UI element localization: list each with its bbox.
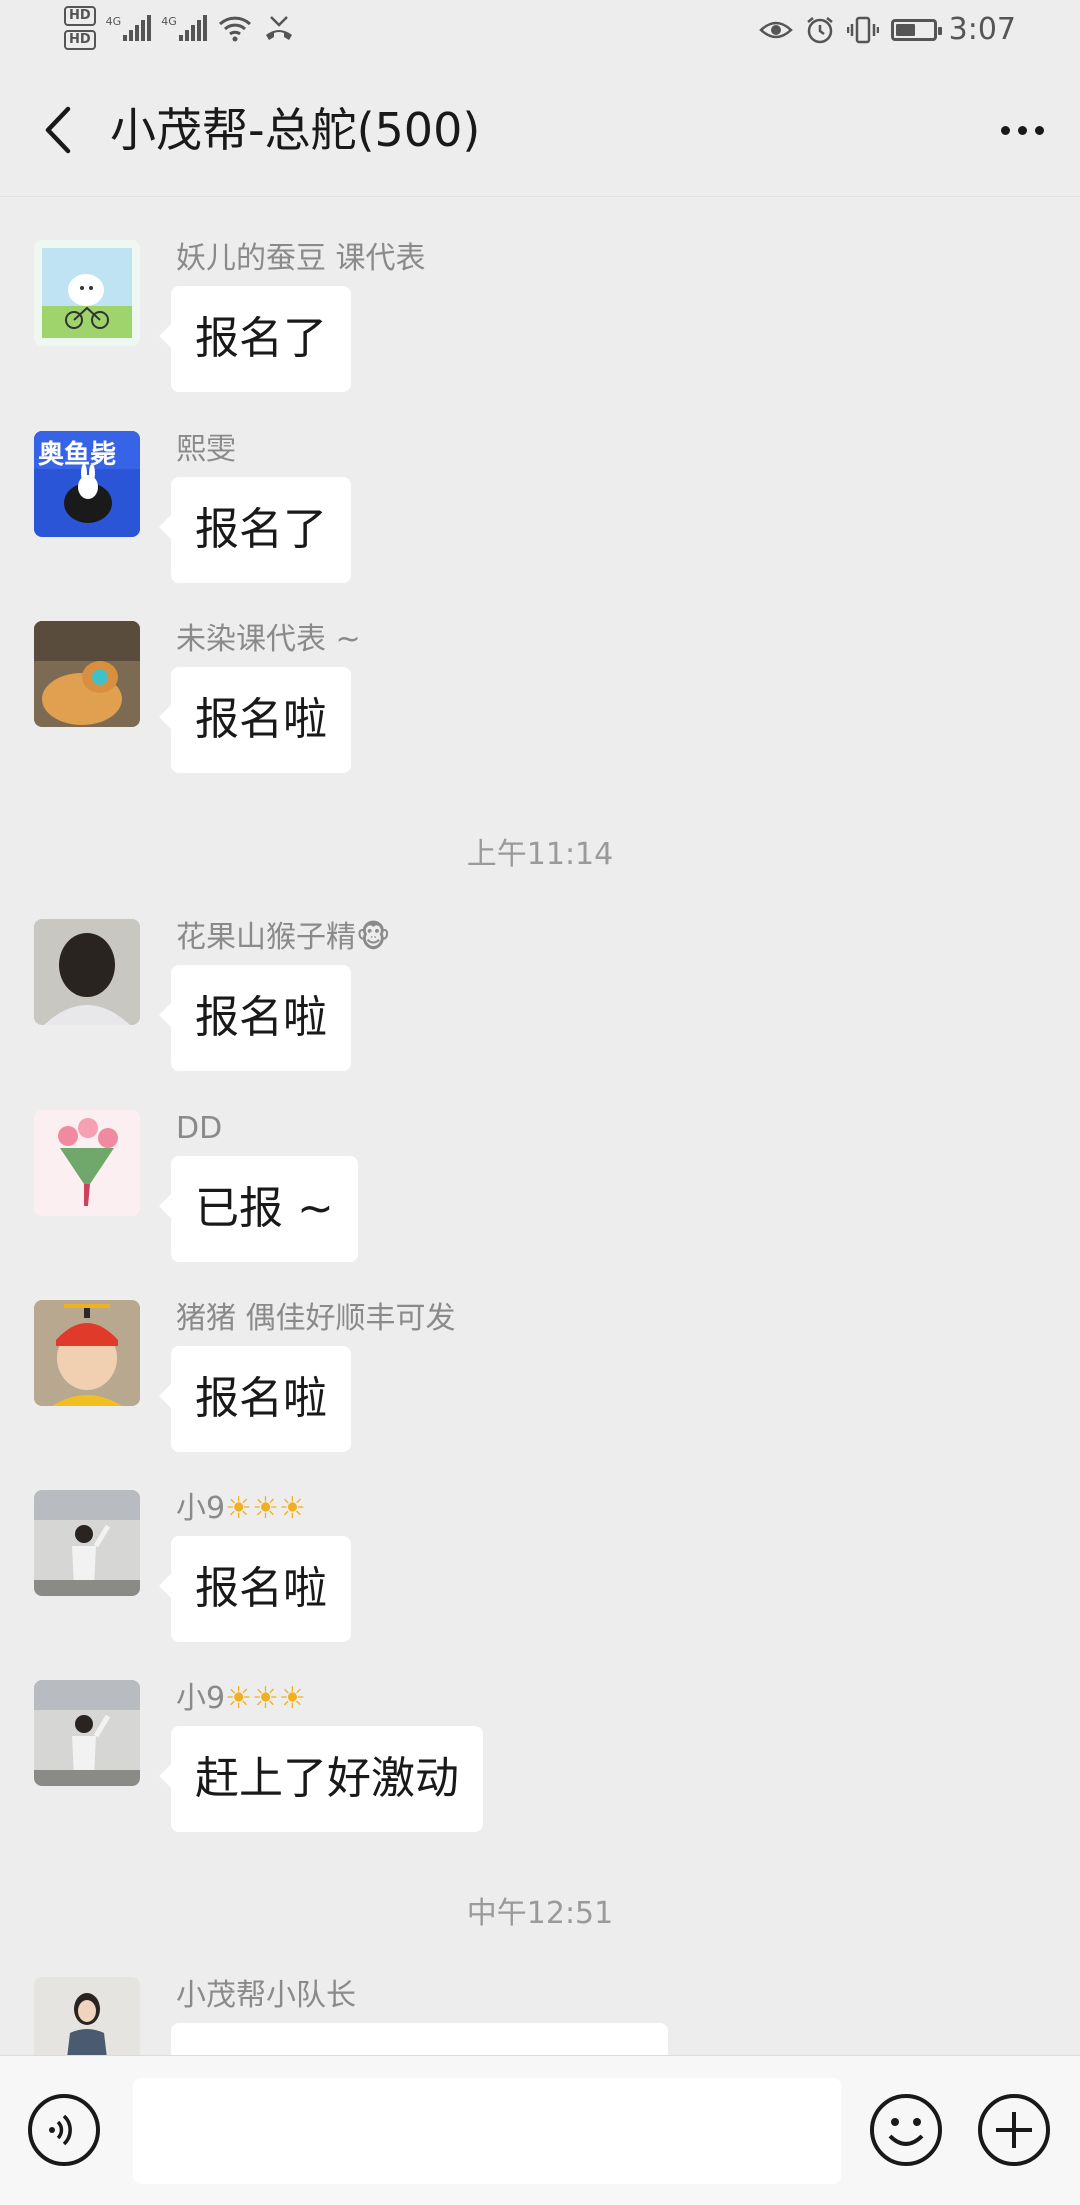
hd-indicators: HD HD: [64, 6, 96, 50]
sender-name: 猪猪 偶佳好顺丰可发: [176, 1301, 456, 1336]
avatar-street-photo: [34, 1680, 140, 1786]
sender-name: 小9☀☀☀: [176, 1680, 306, 1718]
avatar-street-photo: [34, 1490, 140, 1596]
monkey-icon: 🐵: [356, 920, 391, 955]
back-button[interactable]: [28, 100, 88, 160]
voice-button[interactable]: [26, 2092, 102, 2168]
avatar[interactable]: [34, 1300, 140, 1406]
avatar-woman-photo: [34, 1977, 140, 2055]
chat-header: 小茂帮-总舵(500): [0, 66, 1080, 197]
avatar[interactable]: [34, 1490, 140, 1596]
sender-name: 未染课代表 ~: [176, 622, 361, 657]
message-bubble[interactable]: 报名了: [159, 286, 351, 392]
status-bar: HD HD 4G 4G 3:07: [0, 0, 1080, 66]
avatar-rabbit-image: 奥鱼毙: [34, 431, 140, 537]
status-right: 3:07: [758, 12, 1016, 47]
message-bubble[interactable]: 报名啦: [159, 1536, 351, 1642]
message-bubble[interactable]: 赶上了好激动: [159, 1726, 483, 1832]
avatar[interactable]: [34, 1110, 140, 1216]
sender-name: 妖儿的蚕豆 课代表: [176, 241, 426, 276]
chat-title: 小茂帮-总舵(500): [110, 103, 481, 157]
message-timestamp: 中午12:51: [466, 1896, 614, 1931]
message-bubble[interactable]: 已报 ~: [159, 1156, 358, 1262]
avatar-cartoon-image: [34, 240, 140, 346]
smiley-icon: [870, 2094, 942, 2166]
sender-name-text: 小9: [176, 1681, 226, 1716]
more-dot: [1034, 125, 1044, 135]
message-bubble[interactable]: 报名啦: [159, 965, 351, 1071]
message-bubble[interactable]: [171, 2023, 668, 2055]
status-left: HD HD 4G 4G: [64, 6, 295, 50]
vibrate-icon: [846, 16, 879, 43]
sun-icon: ☀☀☀: [225, 1491, 306, 1526]
message-timestamp: 上午11:14: [466, 837, 614, 872]
avatar[interactable]: [34, 240, 140, 346]
more-dot: [1017, 125, 1027, 135]
clock-time: 3:07: [948, 12, 1016, 47]
signal-icon-1: 4G: [106, 15, 152, 41]
network-label-1: 4G: [105, 15, 122, 28]
avatar-person-photo: [34, 919, 140, 1025]
plus-button[interactable]: [976, 2092, 1052, 2168]
sender-name: 花果山猴子精🐵: [176, 919, 391, 957]
message-bubble[interactable]: 报名了: [159, 477, 351, 583]
message-bubble[interactable]: 报名啦: [159, 667, 351, 773]
sender-name: DD: [176, 1111, 223, 1146]
avatar[interactable]: 奥鱼毙: [34, 431, 140, 537]
svg-text:奥鱼毙: 奥鱼毙: [38, 439, 116, 470]
more-dots-icon: [1000, 125, 1010, 135]
signal-icon-2: 4G: [161, 15, 207, 41]
voice-icon: [28, 2094, 100, 2166]
alarm-icon: [806, 16, 833, 43]
wifi-icon: [218, 16, 251, 42]
chat-message-list[interactable]: 妖儿的蚕豆 课代表 报名了 奥鱼毙 熙雯 报名了 未染课代表 ~ 报名啦 上午1…: [0, 197, 1080, 2055]
eye-icon: [758, 21, 793, 38]
battery-icon: [890, 18, 942, 41]
avatar[interactable]: [34, 919, 140, 1025]
avatar-flowers-image: [34, 1110, 140, 1216]
sender-name: 小茂帮小队长: [176, 1978, 356, 2013]
more-button[interactable]: [992, 100, 1052, 160]
message-text-input[interactable]: [133, 2078, 841, 2184]
avatar[interactable]: [34, 621, 140, 727]
avatar[interactable]: [34, 1680, 140, 1786]
hd-badge-1: HD: [64, 6, 96, 26]
sender-name-text: 小9: [176, 1491, 226, 1526]
plus-icon: [978, 2094, 1050, 2166]
message-input-bar: [0, 2055, 1080, 2205]
message-bubble[interactable]: 报名啦: [159, 1346, 351, 1452]
sender-name: 小9☀☀☀: [176, 1490, 306, 1528]
missed-call-icon: [265, 16, 292, 40]
sun-icon: ☀☀☀: [225, 1681, 306, 1716]
avatar-cat-photo: [34, 621, 140, 727]
sender-name-text: 花果山猴子精: [176, 920, 356, 955]
network-label-2: 4G: [161, 15, 177, 28]
avatar-child-photo: [34, 1300, 140, 1406]
hd-badge-2: HD: [64, 30, 96, 50]
sender-name: 熙雯: [176, 432, 236, 467]
emoji-button[interactable]: [868, 2092, 944, 2168]
avatar[interactable]: [34, 1977, 140, 2055]
battery-fill: [895, 23, 916, 36]
chevron-left-icon: [45, 106, 71, 154]
